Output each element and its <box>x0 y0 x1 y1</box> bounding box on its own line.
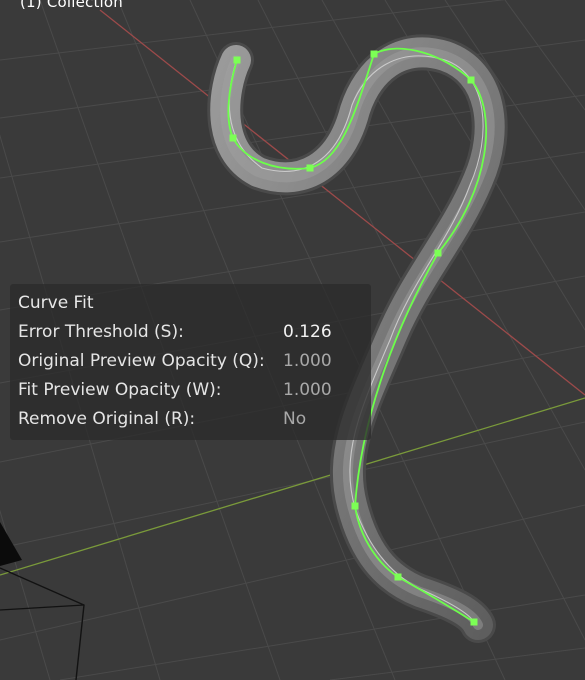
original-preview-opacity-label: Original Preview Opacity (Q): <box>18 351 265 371</box>
remove-original-row[interactable]: Remove Original (R): No <box>18 409 363 435</box>
original-preview-opacity-row[interactable]: Original Preview Opacity (Q): 1.000 <box>18 351 363 377</box>
remove-original-value[interactable]: No <box>283 409 306 429</box>
error-threshold-label: Error Threshold (S): <box>18 322 184 342</box>
fit-preview-opacity-row[interactable]: Fit Preview Opacity (W): 1.000 <box>18 380 363 406</box>
control-point[interactable] <box>470 618 478 626</box>
fit-preview-opacity-label: Fit Preview Opacity (W): <box>18 380 222 400</box>
3d-viewport[interactable]: (1) Collection Curve Fit Error Threshold… <box>0 0 585 680</box>
curve-fit-operator-panel: Curve Fit Error Threshold (S): 0.126 Ori… <box>10 284 371 440</box>
original-preview-opacity-value[interactable]: 1.000 <box>283 351 332 371</box>
camera-frame-line <box>0 604 85 611</box>
fit-preview-opacity-value[interactable]: 1.000 <box>283 380 332 400</box>
control-point[interactable] <box>394 573 402 581</box>
remove-original-label: Remove Original (R): <box>18 409 196 429</box>
panel-title: Curve Fit <box>18 293 94 313</box>
collection-label: (1) Collection <box>20 0 124 11</box>
control-point[interactable] <box>233 56 241 64</box>
control-point[interactable] <box>351 502 359 510</box>
control-point[interactable] <box>306 164 314 172</box>
control-point[interactable] <box>229 134 237 142</box>
control-point[interactable] <box>467 76 475 84</box>
control-point[interactable] <box>434 249 442 257</box>
control-point[interactable] <box>370 50 378 58</box>
error-threshold-value[interactable]: 0.126 <box>283 322 332 342</box>
error-threshold-row[interactable]: Error Threshold (S): 0.126 <box>18 322 363 348</box>
